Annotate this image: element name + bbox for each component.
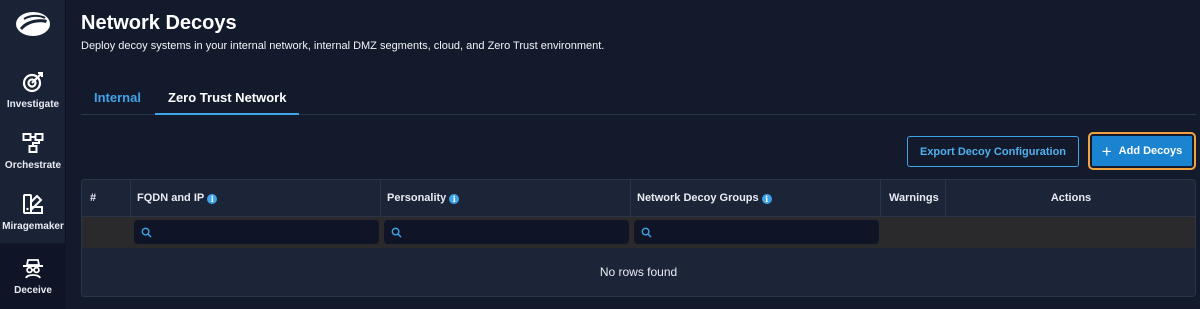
search-icon — [641, 227, 652, 238]
network-decoy-groups-filter-input[interactable] — [634, 220, 879, 244]
column-header-personality[interactable]: Personality i — [381, 180, 631, 217]
info-icon[interactable]: i — [761, 194, 772, 204]
target-icon — [22, 71, 43, 92]
tab-zero-trust-network[interactable]: Zero Trust Network — [155, 84, 300, 115]
zscaler-logo-icon[interactable] — [0, 0, 66, 48]
add-decoys-button[interactable]: + Add Decoys — [1088, 132, 1196, 170]
column-header-fqdn[interactable]: FQDN and IP i — [131, 180, 381, 217]
info-icon[interactable]: i — [449, 194, 460, 204]
export-decoy-configuration-button[interactable]: Export Decoy Configuration — [907, 136, 1079, 167]
column-header-warnings: Warnings — [881, 180, 946, 217]
add-button-label: Add Decoys — [1118, 145, 1183, 157]
sidebar: Investigate Orchestrate Miragemaker Dece… — [0, 0, 66, 309]
sidebar-item-label: Orchestrate — [4, 159, 62, 171]
sidebar-item-label: Investigate — [6, 98, 60, 110]
sidebar-item-label: Miragemaker — [2, 220, 64, 232]
fqdn-filter-input[interactable] — [134, 220, 379, 244]
page-subtitle: Deploy decoy systems in your internal ne… — [81, 40, 605, 52]
sidebar-item-label: Deceive — [14, 284, 52, 296]
sidebar-item-investigate[interactable]: Investigate — [0, 60, 66, 120]
info-icon[interactable]: i — [207, 194, 218, 204]
column-header-label: Network Decoy Groups — [637, 192, 759, 204]
column-header-actions: Actions — [1050, 192, 1092, 204]
empty-state-message: No rows found — [82, 248, 1195, 296]
table-header: # FQDN and IP i Personality i Network Deco… — [82, 180, 1195, 217]
page-title: Network Decoys — [81, 12, 237, 34]
search-icon — [391, 227, 402, 238]
column-header-network-decoy-groups[interactable]: Network Decoy Groups i — [631, 180, 881, 217]
spy-icon — [23, 258, 43, 278]
decoys-table: # FQDN and IP i Personality i Network Deco… — [81, 179, 1196, 297]
tab-bar: Internal Zero Trust Network — [81, 84, 1196, 115]
personality-filter-input[interactable] — [384, 220, 629, 244]
sidebar-item-miragemaker[interactable]: Miragemaker — [0, 182, 66, 242]
column-header-label: FQDN and IP — [137, 192, 205, 204]
sidebar-item-orchestrate[interactable]: Orchestrate — [0, 121, 66, 181]
export-button-label: Export Decoy Configuration — [919, 145, 1067, 158]
column-header-index: # — [82, 180, 131, 217]
workflow-icon — [22, 132, 44, 153]
plus-icon: + — [1101, 141, 1112, 161]
filter-row — [82, 217, 1195, 248]
column-header-label: Personality — [387, 192, 447, 204]
sidebar-item-deceive[interactable]: Deceive — [0, 243, 66, 309]
tab-internal[interactable]: Internal — [81, 84, 154, 115]
miragemaker-icon — [23, 193, 43, 214]
search-icon — [141, 227, 152, 238]
